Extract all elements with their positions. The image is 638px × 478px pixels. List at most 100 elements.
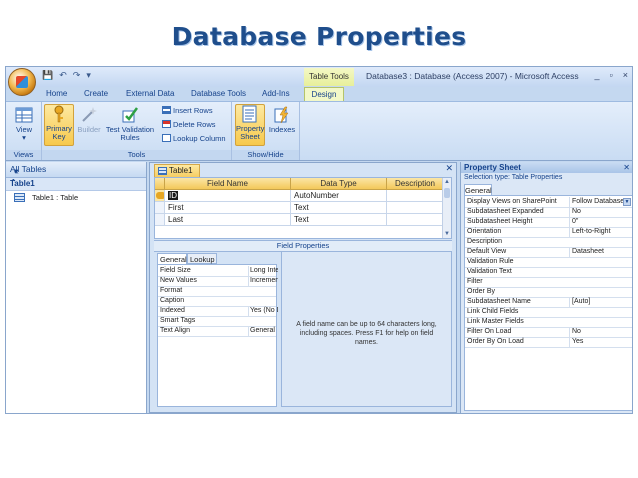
customize-qat-icon[interactable]: ▾ (86, 70, 91, 81)
data-type-cell[interactable]: Text (291, 202, 387, 214)
save-icon[interactable]: 💾 (42, 70, 53, 81)
indexes-label: Indexes (268, 125, 296, 134)
tab-design[interactable]: Design (304, 87, 344, 101)
property-row[interactable]: Text Align General (158, 326, 276, 337)
property-sheet-button[interactable]: Property Sheet (235, 104, 265, 146)
window-title: Database3 : Database (Access 2007) - Mic… (366, 71, 579, 81)
property-name: Format (160, 287, 183, 294)
property-name: Order By (467, 288, 496, 295)
property-value[interactable]: Datasheet (569, 247, 631, 257)
primary-key-icon (156, 192, 164, 199)
tab-home[interactable]: Home (46, 87, 67, 101)
property-name: Subdatasheet Height (467, 218, 533, 225)
view-icon (15, 107, 33, 123)
selection-type: Selection type: Table Properties (464, 174, 563, 181)
builder-button[interactable]: Builder (76, 106, 102, 134)
close-window-button[interactable]: × (623, 70, 628, 80)
tab-create[interactable]: Create (84, 87, 108, 101)
description-header: Description (387, 178, 444, 190)
property-value[interactable]: [Auto] (569, 297, 631, 307)
validation-check-icon (122, 107, 139, 123)
field-name-cell[interactable]: Last (165, 214, 291, 226)
delete-rows-label: Delete Rows (173, 120, 216, 129)
close-document-icon[interactable]: ✕ (445, 163, 453, 174)
row-selector[interactable] (155, 190, 165, 202)
property-value[interactable]: No (569, 207, 631, 217)
property-value[interactable]: 0" (569, 217, 631, 227)
property-value[interactable]: Left-to-Right (569, 227, 631, 237)
collapse-pane-icon[interactable]: « (14, 166, 19, 176)
insert-rows-button[interactable]: Insert Rows (162, 105, 213, 116)
delete-rows-button[interactable]: Delete Rows (162, 119, 216, 130)
field-name-header: Field Name (165, 178, 291, 190)
close-icon[interactable]: ✕ (623, 162, 630, 173)
grid-scrollbar[interactable]: ▲ ▼ (442, 178, 451, 238)
chevron-up-icon: ⌃ (10, 178, 17, 187)
property-sheet-header: Property Sheet ✕ (461, 162, 632, 173)
property-name: Caption (160, 297, 185, 304)
description-cell[interactable] (387, 214, 444, 226)
views-group: View ▾ Views (6, 102, 42, 160)
field-properties-grid: Field Size Long Integer New Values Increme… (157, 264, 278, 407)
property-value[interactable]: Yes (No Duplicates) (248, 306, 278, 316)
minimize-button[interactable]: _ (595, 70, 600, 80)
tab-external-data[interactable]: External Data (126, 87, 174, 101)
property-value[interactable]: Long Integer (248, 266, 278, 276)
tab-database-tools[interactable]: Database Tools (191, 87, 246, 101)
row-selector[interactable] (155, 214, 165, 226)
tab-lookup[interactable]: Lookup (187, 253, 217, 264)
data-type-cell[interactable]: Text (291, 214, 387, 226)
scroll-down-icon[interactable]: ▼ (443, 230, 451, 238)
row-selector[interactable] (155, 202, 165, 214)
field-name-cell[interactable]: ID (165, 190, 291, 202)
scroll-thumb[interactable] (444, 188, 450, 198)
ribbon-tabs: Home Create External Data Database Tools… (6, 87, 632, 101)
view-button[interactable]: View ▾ (10, 106, 38, 142)
insert-rows-label: Insert Rows (173, 106, 213, 115)
property-value[interactable]: Follow Database (569, 197, 631, 207)
tools-group-label: Tools (42, 150, 231, 160)
description-cell[interactable] (387, 190, 444, 202)
key-icon (54, 105, 64, 123)
data-type-cell[interactable]: AutoNumber (291, 190, 387, 202)
tab-general[interactable]: General (464, 184, 492, 195)
views-group-label: Views (6, 150, 41, 160)
nav-group-table1[interactable]: Table1 ⌃ (6, 178, 146, 191)
field-help-text: A field name can be up to 64 characters … (296, 321, 437, 346)
field-name-cell[interactable]: First (165, 202, 291, 214)
property-name: Order By On Load (467, 338, 524, 345)
field-grid: Field Name Data Type Description ID Auto… (154, 177, 452, 239)
primary-key-label: Primary Key (46, 124, 72, 141)
lookup-column-icon (162, 134, 171, 142)
nav-pane-header[interactable]: All Tables ▾ « (6, 162, 146, 178)
property-name: Orientation (467, 228, 502, 235)
primary-key-button[interactable]: Primary Key (44, 104, 74, 146)
document-tab-label: Table1 (169, 166, 193, 175)
lookup-column-button[interactable]: Lookup Column (162, 133, 226, 144)
property-row[interactable]: Order By On Load Yes (465, 337, 632, 348)
property-value[interactable]: Yes (569, 337, 631, 347)
indexes-button[interactable]: Indexes (267, 106, 297, 134)
document-tab-table1[interactable]: Table1 (154, 164, 200, 177)
test-validation-rules-button[interactable]: Test Validation Rules (104, 106, 156, 142)
scroll-up-icon[interactable]: ▲ (443, 178, 451, 186)
property-value[interactable]: No (569, 327, 631, 337)
nav-item-table1[interactable]: Table1 : Table (6, 191, 146, 204)
field-help-panel: A field name can be up to 64 characters … (281, 251, 452, 407)
access-window: 💾 ↶ ↷ ▾ Table Tools Database3 : Database… (5, 66, 633, 414)
redo-icon[interactable]: ↷ (73, 70, 81, 81)
office-button[interactable] (8, 68, 36, 96)
description-cell[interactable] (387, 202, 444, 214)
tools-group: Primary Key Builder Test Validation Rule… (42, 102, 232, 160)
restore-button[interactable]: ▫ (610, 70, 613, 80)
property-value[interactable]: General (248, 326, 278, 336)
indexes-lightning-icon (274, 106, 289, 124)
undo-icon[interactable]: ↶ (59, 70, 67, 81)
chevron-down-icon[interactable]: ▼ (623, 198, 631, 206)
property-value[interactable]: Increment (248, 276, 278, 286)
tab-general[interactable]: General (157, 253, 187, 264)
property-sheet-pane: Property Sheet ✕ Selection type: Table P… (460, 162, 632, 413)
property-name: Text Align (160, 327, 190, 334)
property-sheet-title: Property Sheet (464, 163, 521, 172)
tab-add-ins[interactable]: Add-Ins (262, 87, 290, 101)
